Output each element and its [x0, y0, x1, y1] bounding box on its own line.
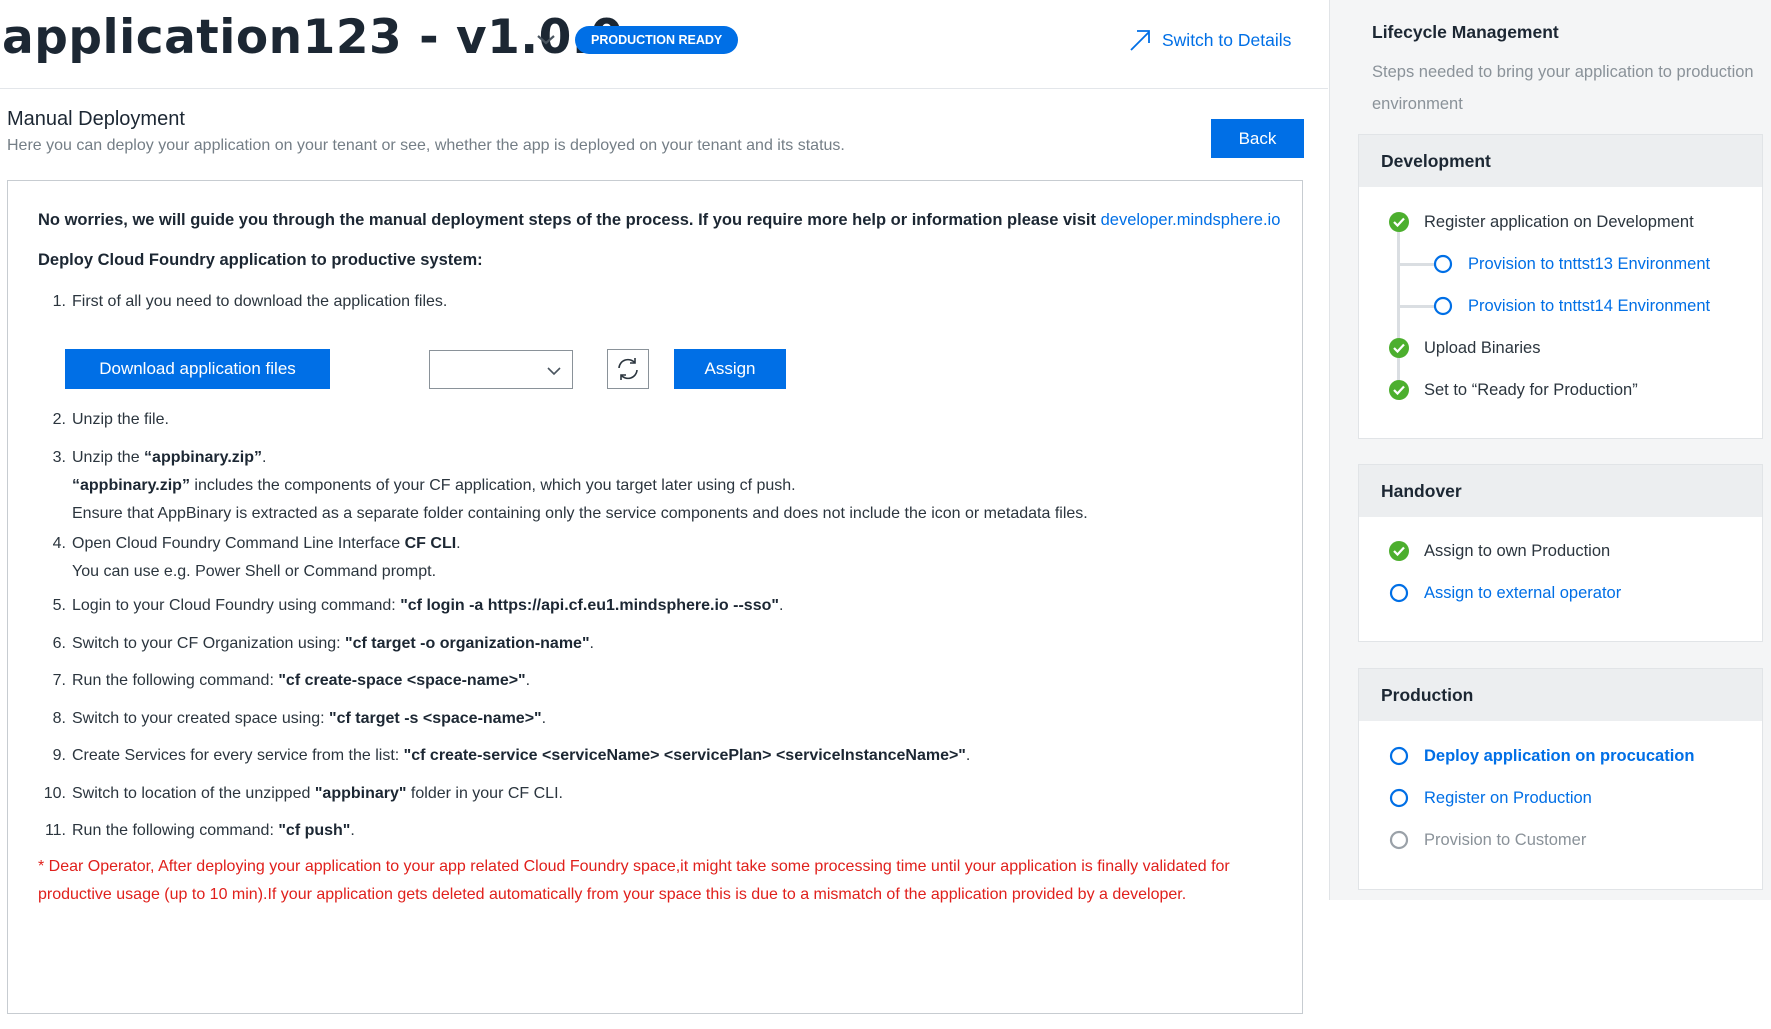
refresh-icon: [618, 358, 638, 380]
step-4: 4. Open Cloud Foundry Command Line Interf…: [52, 535, 461, 580]
operator-warning-note: * Dear Operator, After deploying your ap…: [38, 858, 1230, 903]
lifecycle-item-provision-tnttst13[interactable]: Provision to tnttst13 Environment: [1432, 253, 1710, 275]
open-circle-icon: [1389, 583, 1409, 603]
switch-to-details-link[interactable]: Switch to Details: [1128, 28, 1291, 52]
chevron-down-icon: [547, 367, 561, 376]
deploy-heading: Deploy Cloud Foundry application to prod…: [38, 251, 483, 269]
check-circle-icon: [1389, 541, 1409, 561]
lifecycle-item-register-production[interactable]: Register on Production: [1388, 787, 1592, 809]
developer-portal-link[interactable]: developer.mindsphere.io: [1101, 211, 1281, 229]
step-2: 2. Unzip the file.: [52, 411, 169, 428]
check-circle-icon: [1389, 212, 1409, 232]
phase-production: Production Deploy application on procuca…: [1358, 668, 1763, 890]
lifecycle-subtitle: Steps needed to bring your application t…: [1372, 63, 1754, 113]
open-circle-icon: [1389, 746, 1409, 766]
open-circle-icon: [1389, 788, 1409, 808]
switch-to-details-label: Switch to Details: [1162, 29, 1292, 50]
deployment-guide-card: No worries, we will guide you through th…: [7, 180, 1303, 1014]
step-3: 3. Unzip the “appbinary.zip”. “appbinary.…: [52, 449, 1088, 522]
open-circle-icon: [1433, 254, 1453, 274]
section-title: Manual Deployment: [7, 108, 185, 130]
arrow-up-right-icon: [1130, 30, 1150, 51]
lifecycle-item-provision-tnttst14[interactable]: Provision to tnttst14 Environment: [1432, 295, 1710, 317]
lifecycle-item-upload-binaries: Upload Binaries: [1388, 337, 1540, 359]
version-chevron-down-icon[interactable]: [535, 28, 557, 50]
step-10: 10. Switch to location of the unzipped "a…: [43, 785, 563, 802]
phase-handover-title: Handover: [1359, 465, 1762, 517]
guide-intro-text: No worries, we will guide you through th…: [38, 211, 1101, 229]
phase-handover: Handover Assign to own Production Assign…: [1358, 464, 1763, 642]
step-7: 7. Run the following command: "cf create-…: [52, 672, 531, 689]
guide-intro: No worries, we will guide you through th…: [38, 211, 1280, 230]
section-subtitle: Here you can deploy your application on …: [7, 137, 845, 154]
environment-select[interactable]: [429, 350, 573, 389]
status-badge: PRODUCTION READY: [575, 26, 739, 54]
step-5: 5. Login to your Cloud Foundry using comm…: [52, 597, 784, 614]
lifecycle-panel: Lifecycle Management Steps needed to bri…: [1329, 0, 1771, 900]
app-title: application123 - v1.0.0: [2, 10, 624, 65]
check-circle-icon: [1389, 338, 1409, 358]
step-1: 1. First of all you need to download the …: [52, 293, 448, 310]
lifecycle-item-assign-external-operator[interactable]: Assign to external operator: [1388, 582, 1621, 604]
phase-development-title: Development: [1359, 135, 1762, 187]
back-button[interactable]: Back: [1211, 119, 1304, 158]
open-circle-icon: [1433, 296, 1453, 316]
lifecycle-item-provision-customer: Provision to Customer: [1388, 829, 1586, 851]
check-circle-icon: [1389, 380, 1409, 400]
step-11: 11. Run the following command: "cf push".: [44, 822, 355, 839]
phase-production-title: Production: [1359, 669, 1762, 721]
tree-connector: [1397, 221, 1400, 399]
step-9: 9. Create Services for every service from…: [52, 747, 971, 764]
phase-development: Development Register application on Deve…: [1358, 134, 1763, 439]
tree-connector: [1397, 305, 1435, 308]
lifecycle-item-assign-own-production: Assign to own Production: [1388, 540, 1610, 562]
step-6: 6. Switch to your CF Organization using: …: [52, 635, 594, 652]
assign-button[interactable]: Assign: [674, 349, 786, 389]
open-circle-icon: [1389, 830, 1409, 850]
refresh-button[interactable]: [607, 349, 649, 389]
page-header: application123 - v1.0.0 PRODUCTION READY…: [0, 0, 1328, 89]
lifecycle-item-deploy-production[interactable]: Deploy application on procucation: [1388, 745, 1694, 767]
lifecycle-item-ready-for-production: Set to “Ready for Production”: [1388, 379, 1638, 401]
tree-connector: [1397, 263, 1435, 266]
download-application-files-button[interactable]: Download application files: [65, 349, 330, 389]
lifecycle-title: Lifecycle Management: [1372, 22, 1559, 42]
lifecycle-item-register-development: Register application on Development: [1388, 211, 1694, 233]
step-8: 8. Switch to your created space using: "c…: [52, 710, 547, 727]
